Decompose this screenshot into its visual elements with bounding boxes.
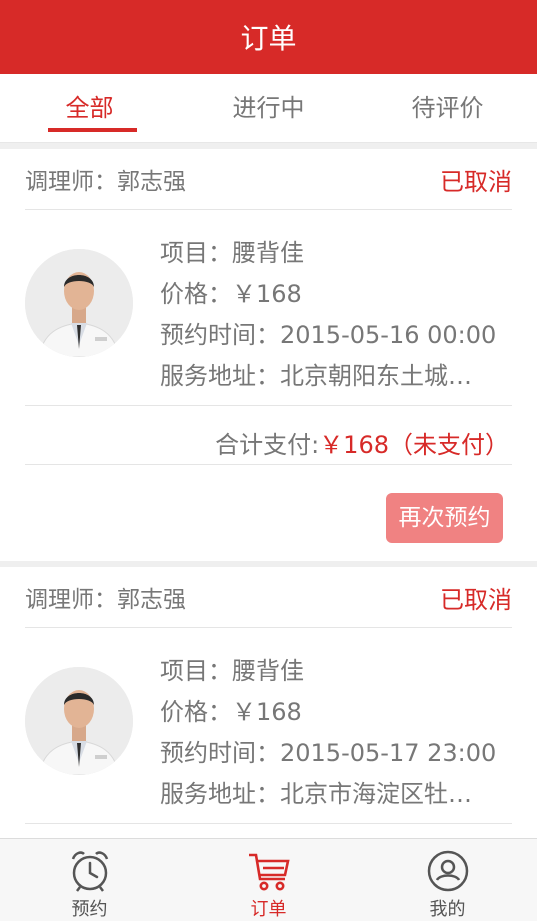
rebook-button[interactable]: 再次预约 — [386, 493, 503, 543]
therapist-avatar — [25, 667, 133, 775]
time-value: 2015-05-17 23:00 — [280, 739, 497, 767]
address-row: 服务地址：北京朝阳东土城… — [160, 356, 520, 397]
price-value: ￥168 — [232, 280, 302, 308]
tabbar-label: 我的 — [429, 899, 466, 920]
project-value: 腰背佳 — [232, 239, 304, 267]
price-row: 价格：￥168 — [160, 692, 520, 733]
order-filter-tabs: 全部 进行中 待评价 — [0, 74, 537, 143]
tab-in-progress[interactable]: 进行中 — [179, 74, 358, 142]
alarm-clock-icon — [71, 851, 108, 892]
page-title: 订单 — [240, 22, 297, 55]
project-row: 项目：腰背佳 — [160, 651, 520, 692]
time-label: 预约时间： — [160, 739, 280, 767]
address-label: 服务地址： — [160, 362, 280, 390]
tabbar-label: 订单 — [250, 899, 287, 920]
active-tab-indicator — [48, 128, 137, 132]
status-badge: 已取消 — [440, 167, 512, 196]
project-label: 项目： — [160, 657, 232, 685]
time-label: 预约时间： — [160, 321, 280, 349]
tabbar-item-profile[interactable]: 我的 — [358, 839, 537, 921]
time-row: 预约时间：2015-05-17 23:00 — [160, 733, 520, 774]
user-icon — [427, 850, 468, 892]
order-card[interactable]: 调理师：郭志强 已取消 项目：腰背佳 价格：￥168 预约时间：2015-05-… — [0, 567, 537, 838]
order-list[interactable]: 调理师：郭志强 已取消 项目：腰背佳 价格：￥168 预约时间：2015-05-… — [0, 143, 537, 838]
tabbar-item-booking[interactable]: 预约 — [0, 839, 179, 921]
price-value: ￥168 — [232, 698, 302, 726]
project-row: 项目：腰背佳 — [160, 233, 520, 274]
status-badge: 已取消 — [440, 585, 512, 614]
bottom-tab-bar: 预约 订单 我的 — [0, 838, 537, 921]
time-value: 2015-05-16 00:00 — [280, 321, 497, 349]
project-value: 腰背佳 — [232, 657, 304, 685]
order-card[interactable]: 调理师：郭志强 已取消 项目：腰背佳 价格：￥168 预约时间：2015-05-… — [0, 149, 537, 561]
therapist-name: 调理师：郭志强 — [25, 169, 186, 195]
order-card-header: 调理师：郭志强 已取消 — [25, 149, 512, 210]
tabbar-item-orders[interactable]: 订单 — [179, 839, 358, 921]
app-header: 订单 — [0, 0, 537, 74]
order-details: 项目：腰背佳 价格：￥168 预约时间：2015-05-17 23:00 服务地… — [160, 651, 520, 815]
price-label: 价格： — [160, 698, 232, 726]
address-value: 北京朝阳东土城… — [280, 362, 472, 390]
therapist-name: 调理师：郭志强 — [25, 587, 186, 613]
address-label: 服务地址： — [160, 780, 280, 808]
order-card-header: 调理师：郭志强 已取消 — [25, 567, 512, 628]
total-amount: ￥168（未支付） — [319, 431, 509, 459]
cart-icon — [248, 853, 290, 891]
address-row: 服务地址：北京市海淀区牡… — [160, 774, 520, 815]
total-payment: 合计支付:￥168（未支付） — [215, 425, 509, 460]
divider — [25, 823, 512, 824]
divider — [25, 405, 512, 406]
total-label: 合计支付: — [215, 431, 320, 459]
order-details: 项目：腰背佳 价格：￥168 预约时间：2015-05-16 00:00 服务地… — [160, 233, 520, 397]
address-value: 北京市海淀区牡… — [280, 780, 472, 808]
project-label: 项目： — [160, 239, 232, 267]
price-row: 价格：￥168 — [160, 274, 520, 315]
therapist-avatar — [25, 249, 133, 357]
time-row: 预约时间：2015-05-16 00:00 — [160, 315, 520, 356]
divider — [25, 464, 512, 465]
tabbar-label: 预约 — [71, 899, 108, 920]
price-label: 价格： — [160, 280, 232, 308]
tab-to-review[interactable]: 待评价 — [358, 74, 537, 142]
